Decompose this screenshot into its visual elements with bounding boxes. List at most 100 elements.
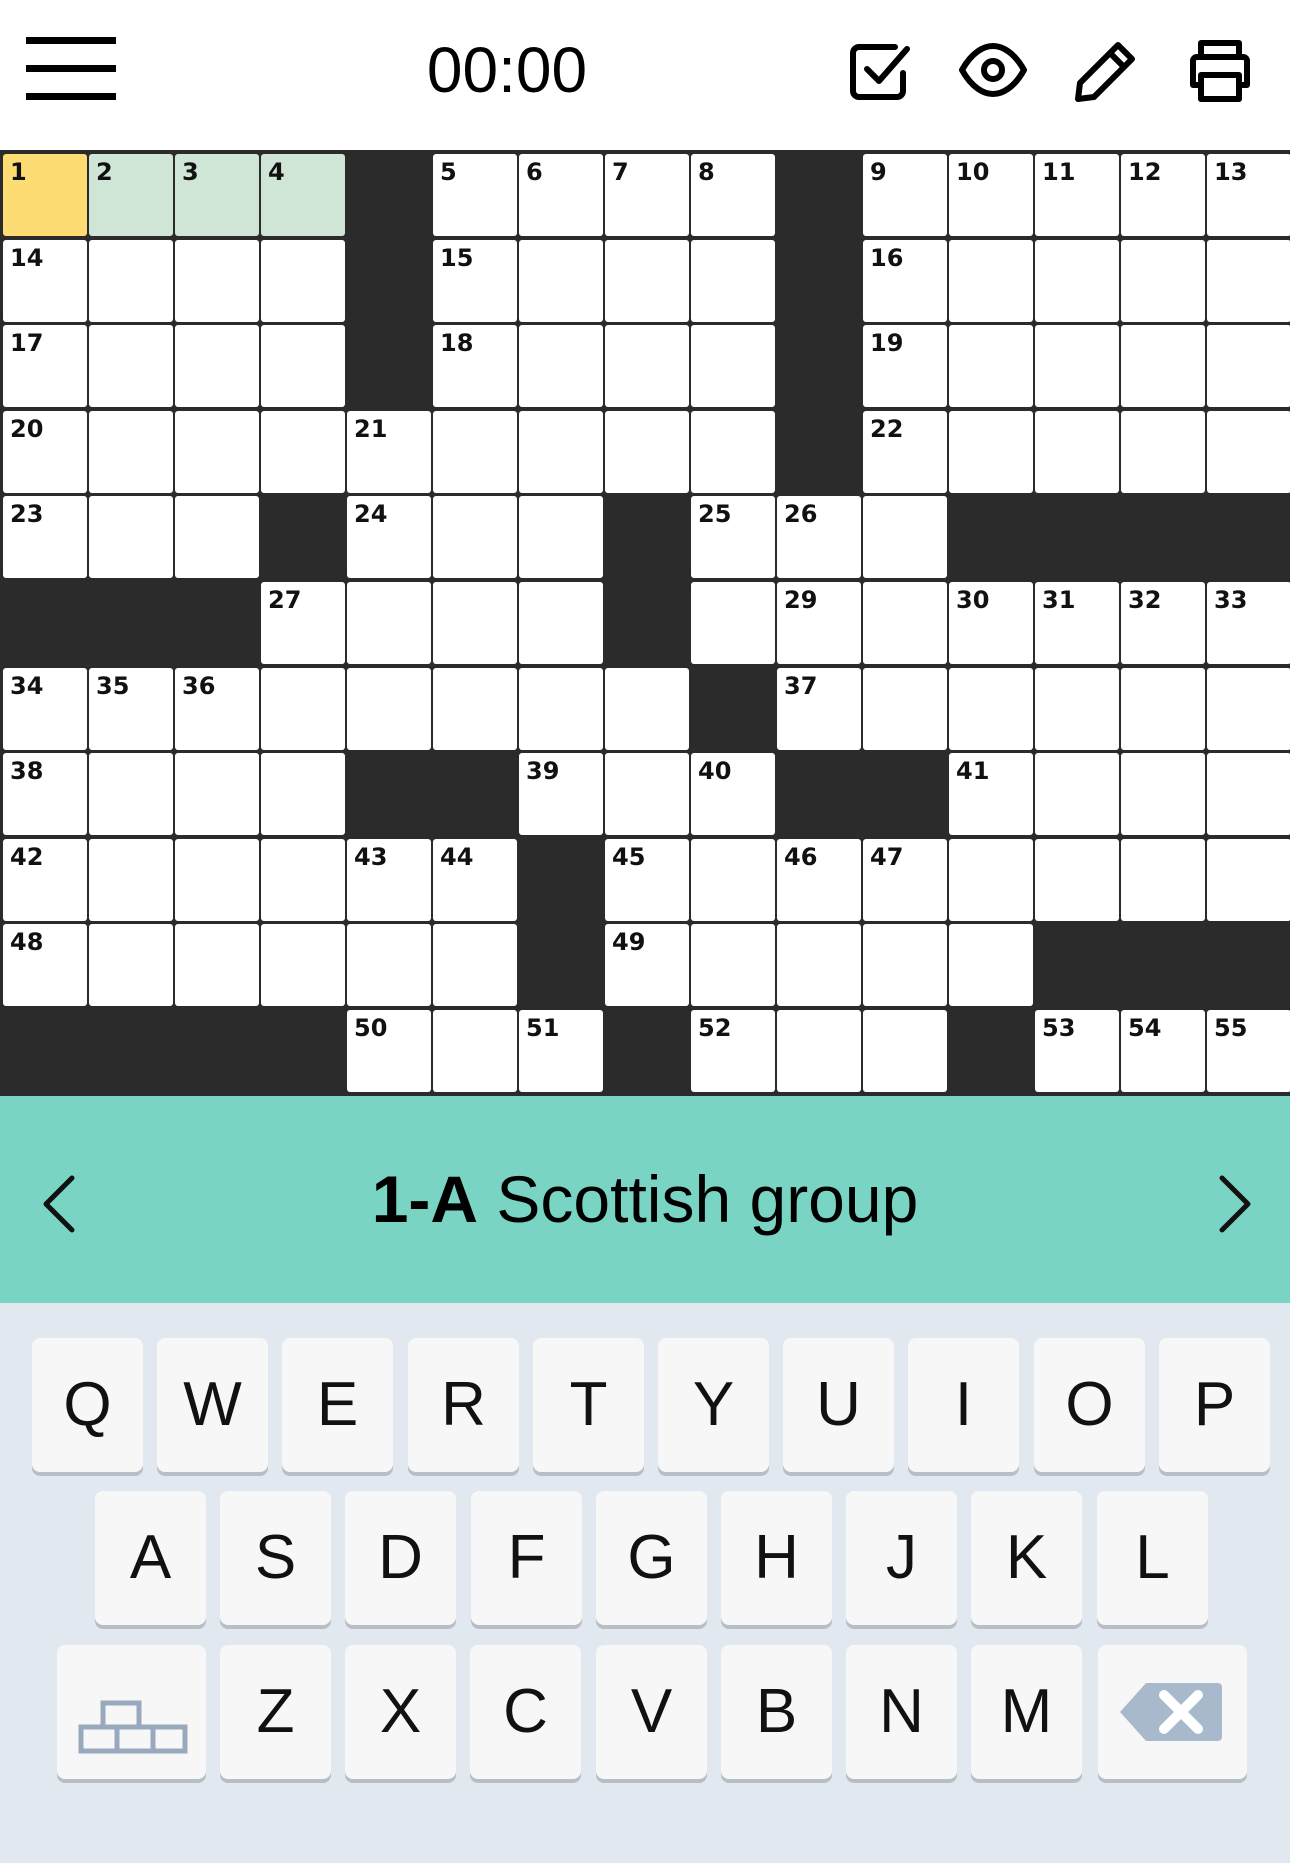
grid-cell[interactable]: 36 — [175, 668, 259, 750]
grid-cell[interactable] — [691, 924, 775, 1006]
grid-cell[interactable] — [605, 411, 689, 493]
key-y[interactable]: Y — [658, 1338, 769, 1472]
key-w[interactable]: W — [157, 1338, 268, 1472]
grid-cell[interactable] — [863, 924, 947, 1006]
grid-cell[interactable]: 45 — [605, 839, 689, 921]
key-o[interactable]: O — [1034, 1338, 1145, 1472]
grid-cell[interactable]: 54 — [1121, 1010, 1205, 1092]
grid-cell[interactable]: 37 — [777, 668, 861, 750]
grid-cell[interactable] — [433, 496, 517, 578]
grid-cell[interactable] — [1035, 411, 1119, 493]
grid-cell[interactable]: 30 — [949, 582, 1033, 664]
grid-cell[interactable]: 25 — [691, 496, 775, 578]
grid-cell[interactable]: 12 — [1121, 154, 1205, 236]
grid-cell[interactable] — [605, 668, 689, 750]
grid-cell[interactable] — [691, 325, 775, 407]
grid-cell[interactable]: 51 — [519, 1010, 603, 1092]
key-p[interactable]: P — [1159, 1338, 1270, 1472]
grid-cell[interactable] — [1121, 325, 1205, 407]
grid-cell[interactable] — [519, 668, 603, 750]
grid-cell[interactable] — [261, 924, 345, 1006]
grid-cell[interactable] — [519, 582, 603, 664]
grid-cell[interactable]: 15 — [433, 240, 517, 322]
grid-cell[interactable]: 53 — [1035, 1010, 1119, 1092]
key-r[interactable]: R — [408, 1338, 519, 1472]
grid-cell[interactable] — [519, 496, 603, 578]
grid-cell[interactable] — [347, 668, 431, 750]
grid-cell[interactable] — [347, 582, 431, 664]
grid-cell[interactable] — [433, 411, 517, 493]
print-icon[interactable] — [1185, 35, 1255, 105]
chevron-left-icon[interactable] — [22, 1164, 102, 1244]
grid-cell[interactable]: 5 — [433, 154, 517, 236]
grid-cell[interactable] — [1207, 839, 1290, 921]
grid-cell[interactable] — [519, 411, 603, 493]
grid-cell[interactable]: 38 — [3, 753, 87, 835]
grid-cell[interactable] — [261, 411, 345, 493]
grid-cell[interactable] — [1035, 753, 1119, 835]
key-e[interactable]: E — [282, 1338, 393, 1472]
grid-cell[interactable] — [863, 1010, 947, 1092]
grid-cell[interactable] — [1207, 325, 1290, 407]
grid-cell[interactable] — [175, 839, 259, 921]
grid-cell[interactable] — [1207, 240, 1290, 322]
grid-cell[interactable]: 11 — [1035, 154, 1119, 236]
grid-cell[interactable]: 29 — [777, 582, 861, 664]
grid-cell[interactable] — [949, 924, 1033, 1006]
backspace-icon[interactable] — [1098, 1645, 1247, 1779]
key-b[interactable]: B — [721, 1645, 832, 1779]
grid-cell[interactable] — [863, 496, 947, 578]
grid-cell[interactable]: 24 — [347, 496, 431, 578]
grid-cell[interactable] — [1035, 839, 1119, 921]
grid-cell[interactable] — [261, 668, 345, 750]
grid-cell[interactable] — [949, 668, 1033, 750]
chevron-right-icon[interactable] — [1192, 1164, 1272, 1244]
grid-cell[interactable] — [519, 325, 603, 407]
grid-cell[interactable]: 16 — [863, 240, 947, 322]
grid-cell[interactable]: 18 — [433, 325, 517, 407]
grid-cell[interactable] — [89, 325, 173, 407]
grid-cell[interactable]: 27 — [261, 582, 345, 664]
grid-cell[interactable]: 8 — [691, 154, 775, 236]
grid-cell[interactable] — [433, 668, 517, 750]
grid-cell[interactable] — [949, 411, 1033, 493]
grid-cell[interactable]: 47 — [863, 839, 947, 921]
grid-cell[interactable] — [863, 582, 947, 664]
grid-cell[interactable] — [1121, 240, 1205, 322]
grid-cell[interactable] — [433, 924, 517, 1006]
key-c[interactable]: C — [470, 1645, 581, 1779]
grid-cell[interactable] — [949, 839, 1033, 921]
grid-cell[interactable] — [949, 240, 1033, 322]
grid-cell[interactable]: 49 — [605, 924, 689, 1006]
grid-cell[interactable]: 31 — [1035, 582, 1119, 664]
grid-cell[interactable] — [1121, 411, 1205, 493]
grid-cell[interactable] — [175, 753, 259, 835]
grid-cell[interactable]: 14 — [3, 240, 87, 322]
grid-cell[interactable] — [1035, 325, 1119, 407]
grid-cell[interactable]: 52 — [691, 1010, 775, 1092]
grid-cell[interactable] — [1207, 753, 1290, 835]
grid-cell[interactable]: 10 — [949, 154, 1033, 236]
grid-cell[interactable]: 44 — [433, 839, 517, 921]
grid-cell[interactable]: 22 — [863, 411, 947, 493]
grid-cell[interactable] — [1035, 240, 1119, 322]
grid-cell[interactable]: 35 — [89, 668, 173, 750]
grid-cell[interactable] — [261, 839, 345, 921]
grid-cell[interactable] — [89, 411, 173, 493]
grid-cell[interactable] — [519, 240, 603, 322]
grid-cell[interactable]: 9 — [863, 154, 947, 236]
grid-cell[interactable] — [261, 240, 345, 322]
key-q[interactable]: Q — [32, 1338, 143, 1472]
grid-cell[interactable]: 1 — [3, 154, 87, 236]
key-s[interactable]: S — [220, 1491, 331, 1625]
grid-cell[interactable]: 46 — [777, 839, 861, 921]
pencil-icon[interactable] — [1072, 35, 1142, 105]
check-icon[interactable] — [845, 35, 915, 105]
grid-cell[interactable] — [1121, 668, 1205, 750]
grid-cell[interactable] — [777, 1010, 861, 1092]
key-h[interactable]: H — [721, 1491, 832, 1625]
grid-cell[interactable] — [1207, 668, 1290, 750]
key-k[interactable]: K — [971, 1491, 1082, 1625]
key-u[interactable]: U — [783, 1338, 894, 1472]
key-a[interactable]: A — [95, 1491, 206, 1625]
